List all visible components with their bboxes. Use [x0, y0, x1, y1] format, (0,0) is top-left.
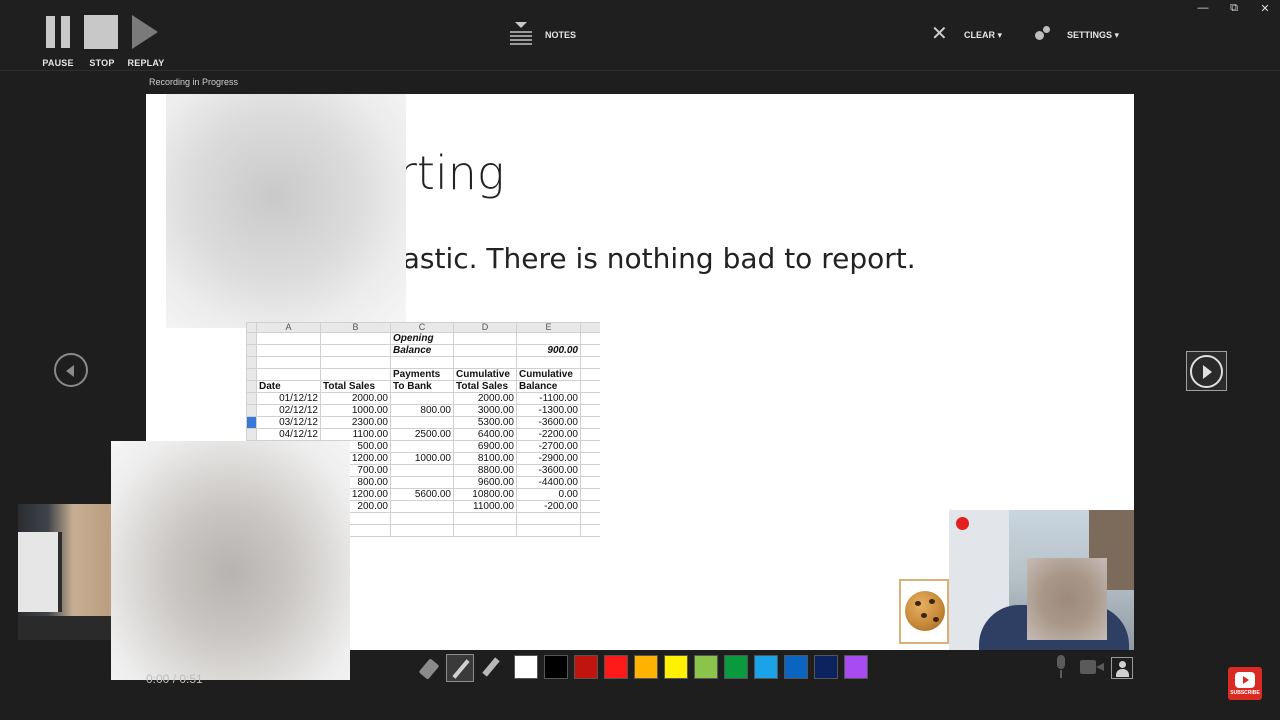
color-swatch-purple[interactable] — [844, 655, 868, 679]
highlighter-icon — [482, 657, 500, 677]
color-swatch-navy[interactable] — [814, 655, 838, 679]
youtube-subscribe-logo: SUBSCRIBE — [1228, 667, 1262, 700]
table-row: Opening — [246, 332, 600, 345]
table-row: 03/12/12 2300.00 5300.00 -3600.00 — [246, 416, 600, 429]
table-row: Date Total Sales To Bank Total Sales Bal… — [246, 380, 600, 393]
column-header-row: A B C D E — [246, 322, 600, 333]
notes-button[interactable]: NOTES — [545, 30, 576, 40]
clear-icon[interactable]: ✕ — [931, 24, 948, 44]
chevron-left-icon — [66, 365, 74, 377]
table-row: Payments Cumulative Cumulative — [246, 368, 600, 381]
eraser-icon — [418, 658, 440, 680]
slide-title: rting — [398, 146, 505, 200]
eraser-tool[interactable] — [416, 654, 444, 682]
camera-icon[interactable] — [1080, 660, 1104, 674]
table-row: 04/12/12 1100.00 2500.00 6400.00 -2200.00 — [246, 428, 600, 441]
replay-label: REPLAY — [127, 58, 165, 68]
color-swatch-dark-red[interactable] — [574, 655, 598, 679]
restore-button[interactable]: ⧉ — [1224, 2, 1244, 15]
blurred-region — [111, 441, 350, 680]
minimize-button[interactable]: — — [1193, 2, 1213, 14]
table-row — [246, 356, 600, 369]
pen-icon — [452, 659, 470, 679]
next-slide-button[interactable] — [1186, 351, 1227, 391]
highlighter-tool[interactable] — [476, 654, 504, 682]
cookie-image — [899, 579, 949, 644]
color-swatch-blue[interactable] — [784, 655, 808, 679]
microphone-icon[interactable] — [1052, 655, 1070, 679]
color-swatch-red[interactable] — [604, 655, 628, 679]
presenter-video-left — [18, 504, 118, 640]
record-indicator-icon — [956, 517, 969, 530]
table-row: Balance 900.00 — [246, 344, 600, 357]
youtube-play-icon — [1235, 672, 1255, 688]
color-swatch-white[interactable] — [514, 655, 538, 679]
replay-icon — [116, 12, 176, 50]
color-swatch-yellow[interactable] — [664, 655, 688, 679]
slide-body-text: ntastic. There is nothing bad to report. — [374, 242, 916, 275]
camera-preview-icon[interactable] — [1111, 657, 1133, 679]
close-button[interactable]: ✕ — [1255, 2, 1275, 15]
clear-button[interactable]: CLEAR ▾ — [964, 30, 1002, 41]
replay-button[interactable]: REPLAY — [116, 12, 176, 68]
color-swatch-green[interactable] — [724, 655, 748, 679]
color-swatch-light-green[interactable] — [694, 655, 718, 679]
recording-timer: 0:00 / 0:51 — [146, 672, 203, 686]
subscribe-label: SUBSCRIBE — [1230, 690, 1260, 696]
notes-icon[interactable] — [510, 22, 532, 46]
blurred-region — [166, 94, 406, 328]
settings-button[interactable]: SETTINGS ▾ — [1067, 30, 1119, 41]
color-swatch-light-blue[interactable] — [754, 655, 778, 679]
color-swatch-orange[interactable] — [634, 655, 658, 679]
table-row: 01/12/12 2000.00 2000.00 -1100.00 — [246, 392, 600, 405]
previous-slide-button[interactable] — [54, 353, 88, 387]
top-toolbar: PAUSE STOP REPLAY NOTES ✕ CLEAR ▾ SETTIN… — [0, 0, 1280, 71]
table-row: 02/12/12 1000.00 800.00 3000.00 -1300.00 — [246, 404, 600, 417]
settings-icon[interactable] — [1035, 26, 1051, 42]
pen-tool[interactable] — [446, 654, 474, 682]
webcam-preview[interactable] — [949, 510, 1134, 650]
play-next-icon — [1190, 355, 1223, 388]
recording-status: Recording in Progress — [149, 77, 239, 87]
color-swatch-black[interactable] — [544, 655, 568, 679]
